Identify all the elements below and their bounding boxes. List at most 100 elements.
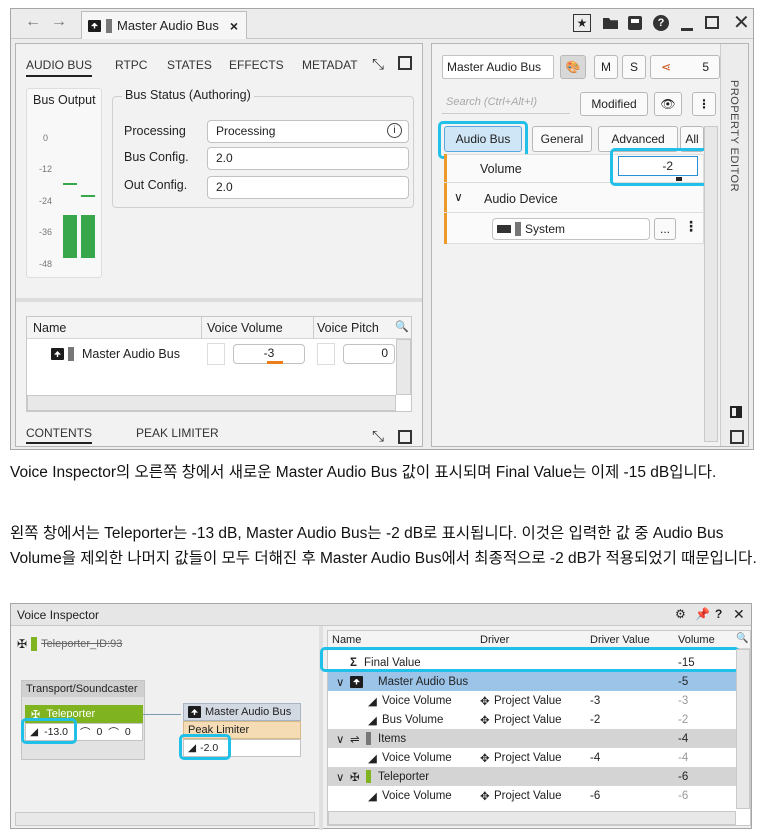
chevron-down-icon[interactable]: ∨ xyxy=(336,675,344,689)
share-button[interactable]: ⋖ 5 xyxy=(650,55,720,79)
project-value-icon: ✥ xyxy=(480,695,490,708)
browse-button[interactable]: ... xyxy=(654,218,676,240)
project-value-icon: ✥ xyxy=(480,752,490,765)
table-row[interactable]: Master Audio Bus xyxy=(51,347,180,361)
out-config-label: Out Config. xyxy=(124,178,188,192)
volume-slider-icon[interactable] xyxy=(207,343,225,365)
search-field[interactable]: Search (Ctrl+Alt+I) xyxy=(442,92,570,114)
col-name[interactable]: Name xyxy=(332,634,361,646)
table-row[interactable]: ◢ Bus Volume ✥ Project Value -2 -2 xyxy=(328,710,740,729)
tab-contents[interactable]: CONTENTS xyxy=(26,426,92,444)
pin-icon[interactable]: 📌 xyxy=(695,607,710,621)
modified-button[interactable]: Modified xyxy=(580,92,648,116)
chevron-down-icon[interactable]: ∨ xyxy=(454,190,463,204)
row-volume: -3 xyxy=(678,694,689,707)
tab-peak-limiter[interactable]: PEAK LIMITER xyxy=(136,426,219,440)
vertical-scrollbar[interactable] xyxy=(704,126,718,442)
vertical-scrollbar[interactable] xyxy=(396,339,411,395)
col-voice-volume[interactable]: Voice Volume xyxy=(207,321,283,335)
header-item[interactable]: ✠ Teleporter_ID:93 xyxy=(17,637,122,651)
tab-audio-bus-prop[interactable]: Audio Bus xyxy=(444,126,522,152)
audio-device-value: System xyxy=(525,222,566,236)
meter-scale-48: -48 xyxy=(39,259,53,269)
color-palette-icon[interactable]: 🎨 xyxy=(560,55,586,79)
settings-gear-icon[interactable]: ⚙ xyxy=(675,607,686,621)
hpf-icon: ⌒ xyxy=(108,726,119,739)
horizontal-scrollbar[interactable] xyxy=(15,812,315,826)
tab-states[interactable]: STATES xyxy=(167,58,212,72)
volume-icon: ◢ xyxy=(368,695,377,708)
project-value-icon: ✥ xyxy=(480,714,490,727)
table-row[interactable]: ◢ Voice Volume ✥ Project Value -6 -6 xyxy=(328,786,740,805)
mute-button[interactable]: M xyxy=(594,55,618,79)
volume-indicator xyxy=(267,361,283,364)
chevron-down-icon[interactable]: ∨ xyxy=(336,770,344,784)
tab-effects[interactable]: EFFECTS xyxy=(229,58,284,72)
popout-icon[interactable] xyxy=(398,430,412,444)
table-row[interactable]: ∨ ✠ Teleporter -6 xyxy=(328,767,740,786)
table-row[interactable]: ◢ Voice Volume ✥ Project Value -3 -3 xyxy=(328,691,740,710)
expand-icon[interactable]: ⤡ xyxy=(372,428,384,445)
close-icon[interactable]: ✕ xyxy=(733,10,750,35)
row-volume: -6 xyxy=(678,789,689,802)
document-tab[interactable]: Master Audio Bus × xyxy=(81,11,247,39)
row-name: Voice Volume xyxy=(382,694,452,707)
tab-general[interactable]: General xyxy=(532,126,592,152)
search-icon[interactable]: 🔍 xyxy=(736,633,748,644)
pitch-field[interactable]: 0 xyxy=(343,344,395,364)
search-icon[interactable]: 🔍 xyxy=(395,320,409,333)
popout-icon[interactable] xyxy=(730,430,744,444)
volume-input[interactable]: -2 xyxy=(618,156,698,176)
object-name-field[interactable]: Master Audio Bus xyxy=(442,55,554,79)
tab-rtpc[interactable]: RTPC xyxy=(115,58,147,72)
vi-table: Name Driver Driver Value Volume 🔍 Σ Fina… xyxy=(320,630,751,826)
maximize-icon[interactable] xyxy=(705,16,719,29)
col-name[interactable]: Name xyxy=(33,321,66,335)
minimize-icon[interactable] xyxy=(681,28,693,31)
more-options-icon[interactable]: ⋮ xyxy=(684,218,698,235)
table-row[interactable]: ∨ Master Audio Bus -5 xyxy=(328,672,740,691)
col-driver-value[interactable]: Driver Value xyxy=(590,634,650,646)
help-icon[interactable]: ? xyxy=(715,607,722,621)
save-icon[interactable] xyxy=(628,16,642,30)
color-swatch xyxy=(366,732,371,745)
audio-device-field[interactable]: System xyxy=(492,218,650,240)
col-driver[interactable]: Driver xyxy=(480,634,509,646)
col-voice-pitch[interactable]: Voice Pitch xyxy=(317,321,379,335)
horizontal-scrollbar[interactable] xyxy=(328,811,736,825)
processing-label: Processing xyxy=(124,124,186,138)
close-icon[interactable]: ✕ xyxy=(733,606,745,623)
more-options-icon[interactable]: ⋮ xyxy=(692,92,716,116)
tab-audio-bus[interactable]: AUDIO BUS xyxy=(26,58,93,77)
vertical-scrollbar[interactable] xyxy=(736,649,750,809)
forward-arrow-icon[interactable]: → xyxy=(51,13,67,31)
solo-button[interactable]: S xyxy=(622,55,646,79)
expand-icon[interactable]: ⤡ xyxy=(372,56,384,73)
processing-field: Processing i xyxy=(207,120,409,143)
back-arrow-icon[interactable]: ← xyxy=(25,13,41,31)
table-row[interactable]: ∨ ⇌ Items -4 xyxy=(328,729,740,748)
popout-icon[interactable] xyxy=(398,56,412,70)
meter-peak-right xyxy=(81,195,95,197)
pitch-slider-icon[interactable] xyxy=(317,343,335,365)
folder-icon[interactable] xyxy=(603,18,618,29)
split-view-icon[interactable] xyxy=(730,406,742,418)
row-driver-value: -6 xyxy=(590,789,601,802)
tab-close-icon[interactable]: × xyxy=(230,18,238,34)
eye-icon[interactable]: 👁 xyxy=(654,92,682,116)
tab-metadata[interactable]: METADAT xyxy=(302,58,358,72)
help-icon[interactable]: ? xyxy=(653,15,669,31)
chevron-down-icon[interactable]: ∨ xyxy=(336,732,344,746)
horizontal-scrollbar[interactable] xyxy=(27,395,396,411)
table-row[interactable]: ◢ Voice Volume ✥ Project Value -4 -4 xyxy=(328,748,740,767)
row-driver: Project Value xyxy=(494,751,562,764)
info-icon[interactable]: i xyxy=(387,123,402,138)
row-driver: Project Value xyxy=(494,789,562,802)
master-bus-node[interactable]: Master Audio Bus xyxy=(183,703,301,721)
color-swatch xyxy=(366,770,371,783)
share-icon: ⋖ xyxy=(661,60,672,74)
col-volume[interactable]: Volume xyxy=(678,634,715,646)
pin-star-icon[interactable]: ★ xyxy=(573,14,591,32)
splitter[interactable] xyxy=(16,298,422,302)
property-editor-side-label: PROPERTY EDITOR xyxy=(728,80,740,193)
